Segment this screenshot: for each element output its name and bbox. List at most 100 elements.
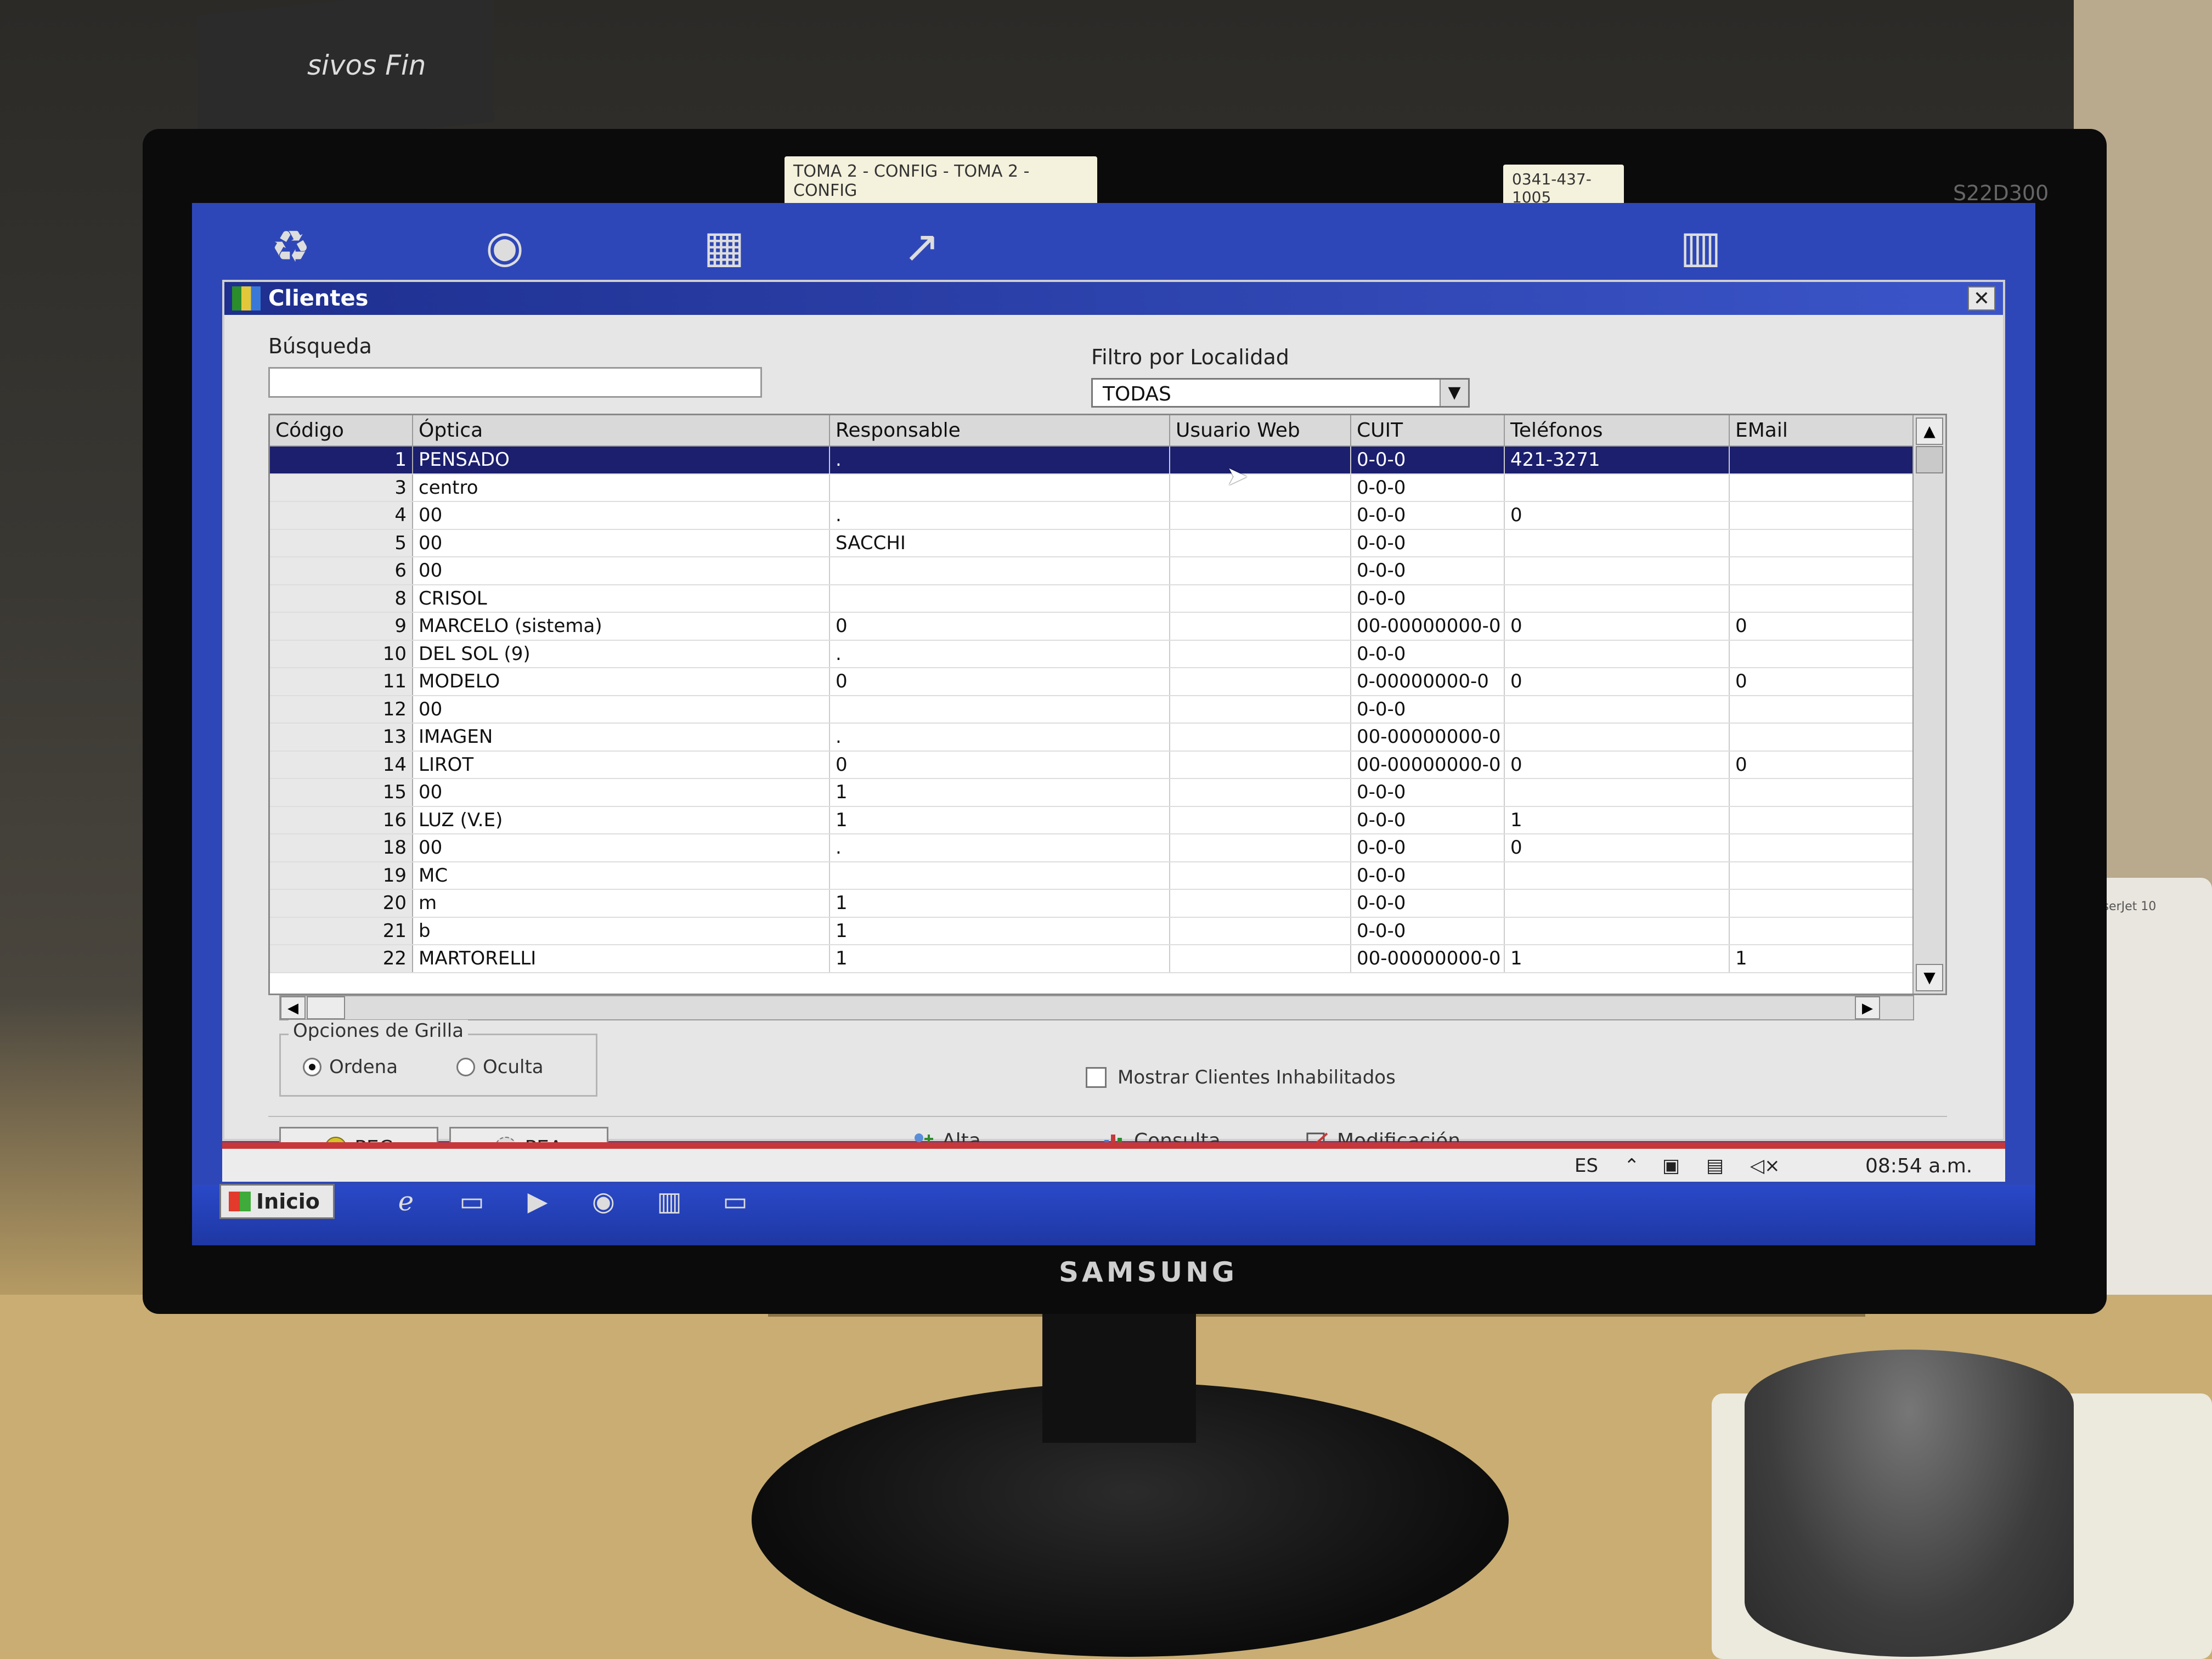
table-row[interactable]: 14 LIROT 0 00-00000000-0 0 0	[270, 751, 1916, 779]
table-cell: 00-00000000-0	[1351, 945, 1505, 973]
table-row[interactable]: 18 00. 0-0-0 0	[270, 834, 1916, 862]
table-row[interactable]: 4 00. 0-0-0 0	[270, 501, 1916, 530]
network-error-icon[interactable]: ▣	[1662, 1155, 1680, 1177]
table-row[interactable]: 13 IMAGEN. 00-00000000-0	[270, 723, 1916, 752]
table-cell	[1729, 584, 1916, 613]
table-row[interactable]: 15 00 1 0-0-0	[270, 778, 1916, 807]
table-cell	[1504, 529, 1730, 557]
table-row[interactable]: 9 MARCELO (sistema) 0 00-00000000-0 0 0	[270, 612, 1916, 641]
table-cell: CRISOL	[413, 584, 830, 613]
chrome-icon[interactable]: ◉	[477, 219, 532, 274]
volume-muted-icon[interactable]: ◁×	[1750, 1155, 1780, 1177]
table-row[interactable]: 22 MARTORELLI 1 00-00000000-0 1 1	[270, 945, 1916, 973]
table-row[interactable]: 3 centro 0-0-0	[270, 473, 1916, 502]
table-cell	[830, 861, 1170, 890]
scroll-up-icon[interactable]: ▲	[1916, 417, 1943, 445]
spreadsheet-icon[interactable]: ▦	[697, 219, 752, 274]
vertical-scrollbar[interactable]: ▲ ▼	[1912, 415, 1945, 994]
table-row[interactable]: 5 00 SACCHI 0-0-0	[270, 529, 1916, 557]
table-cell: 421-3271	[1504, 446, 1730, 475]
internet-explorer-icon[interactable]: ℯ	[390, 1185, 422, 1218]
chevron-down-icon[interactable]: ▼	[1440, 380, 1468, 406]
column-header[interactable]: Responsable	[830, 415, 1170, 447]
taskbar-clock[interactable]: 08:54 a.m.	[1865, 1155, 1972, 1177]
calendar-text: sivos Fin	[307, 49, 426, 81]
column-header[interactable]: CUIT	[1351, 415, 1505, 447]
books-app-icon[interactable]: ▥	[1673, 219, 1728, 274]
table-cell: 0	[1504, 501, 1730, 530]
media-player-icon[interactable]: ▶	[521, 1185, 554, 1218]
table-row[interactable]: 16 LUZ (V.E) 1 0-0-0 1	[270, 806, 1916, 834]
table-cell: 00	[413, 529, 830, 557]
show-disabled-checkbox[interactable]: Mostrar Clientes Inhabilitados	[1086, 1066, 1396, 1088]
show-disabled-box[interactable]	[1086, 1067, 1107, 1088]
table-row[interactable]: 10 DEL SOL (9). 0-0-0	[270, 640, 1916, 668]
scroll-left-icon[interactable]: ◀	[280, 996, 306, 1019]
clients-grid[interactable]: Código Óptica Responsable Usuario Web CUIT Te…	[268, 414, 1947, 995]
table-cell: .	[830, 723, 1170, 752]
radio-ordena[interactable]: Ordena	[303, 1056, 398, 1078]
monitor-sticker-config: TOMA 2 - CONFIG - TOMA 2 - CONFIG	[785, 156, 1097, 206]
table-cell: 0-0-0	[1351, 778, 1505, 807]
table-cell: 0	[830, 668, 1170, 696]
table-cell: 0-0-0	[1351, 640, 1505, 668]
table-cell	[1729, 529, 1916, 557]
table-row[interactable]: 20 m 1 0-0-0	[270, 889, 1916, 918]
table-cell: 1	[1504, 806, 1730, 834]
table-cell: 0	[1729, 612, 1916, 641]
table-cell	[830, 473, 1170, 502]
table-cell	[1170, 584, 1351, 613]
table-row[interactable]: 6 00 0-0-0	[270, 557, 1916, 585]
grid-options-group: Opciones de Grilla Ordena Oculta	[279, 1020, 597, 1097]
start-button[interactable]: Inicio	[219, 1184, 335, 1219]
shortcut-icon[interactable]: ↗	[894, 219, 949, 274]
column-header[interactable]: Teléfonos	[1504, 415, 1730, 447]
radio-oculta-dot[interactable]	[456, 1058, 475, 1076]
column-header[interactable]: Usuario Web	[1170, 415, 1351, 447]
chrome-taskbar-icon[interactable]: ◉	[587, 1185, 620, 1218]
horizontal-scrollbar[interactable]: ◀ ▶	[279, 995, 1914, 1020]
hscroll-thumb[interactable]	[307, 996, 345, 1019]
table-cell	[1170, 917, 1351, 945]
column-header[interactable]: EMail	[1729, 415, 1916, 447]
scroll-thumb[interactable]	[1916, 446, 1943, 473]
grid-options-legend: Opciones de Grilla	[289, 1020, 469, 1042]
table-cell: 18	[270, 834, 413, 862]
table-cell: 00-00000000-0	[1351, 751, 1505, 779]
scroll-down-icon[interactable]: ▼	[1916, 964, 1943, 991]
table-cell: MC	[413, 861, 830, 890]
search-input[interactable]	[268, 367, 762, 398]
table-cell: 0-0-0	[1351, 584, 1505, 613]
folder-icon[interactable]: ▭	[455, 1185, 488, 1218]
table-cell	[1729, 473, 1916, 502]
radio-ordena-dot[interactable]	[303, 1058, 321, 1076]
table-cell: 1	[830, 889, 1170, 918]
table-row[interactable]: 12 00 0-0-0	[270, 695, 1916, 724]
table-row[interactable]: 8 CRISOL 0-0-0	[270, 584, 1916, 613]
app-taskbar-icon[interactable]: ▥	[653, 1185, 686, 1218]
network-icon[interactable]: ▤	[1706, 1155, 1724, 1177]
table-cell: 0	[1504, 668, 1730, 696]
table-cell: 6	[270, 557, 413, 585]
table-row[interactable]: 21 b 1 0-0-0	[270, 917, 1916, 945]
table-row[interactable]: 1 PENSADO. 0-0-0 421-3271	[270, 446, 1916, 475]
close-icon[interactable]: ✕	[1968, 286, 1995, 311]
column-header[interactable]: Código	[270, 415, 413, 447]
table-row[interactable]: 19 MC 0-0-0	[270, 861, 1916, 890]
table-cell	[1729, 723, 1916, 752]
table-cell	[1729, 501, 1916, 530]
table-cell: IMAGEN	[413, 723, 830, 752]
scroll-right-icon[interactable]: ▶	[1855, 996, 1880, 1019]
table-cell: b	[413, 917, 830, 945]
table-row[interactable]: 11 MODELO 0 0-00000000-0 0 0	[270, 668, 1916, 696]
window-taskbar-icon[interactable]: ▭	[719, 1185, 752, 1218]
table-cell: 0-0-0	[1351, 446, 1505, 475]
radio-oculta[interactable]: Oculta	[456, 1056, 544, 1078]
language-indicator[interactable]: ES	[1575, 1155, 1598, 1177]
tray-expand-icon[interactable]: ⌃	[1624, 1155, 1640, 1177]
window-titlebar[interactable]: Clientes ✕	[224, 282, 2003, 315]
recycle-bin-icon[interactable]: ♻	[263, 219, 318, 274]
table-cell: 0-0-0	[1351, 529, 1505, 557]
locality-filter-select[interactable]: TODAS ▼	[1091, 378, 1470, 408]
column-header[interactable]: Óptica	[413, 415, 830, 447]
